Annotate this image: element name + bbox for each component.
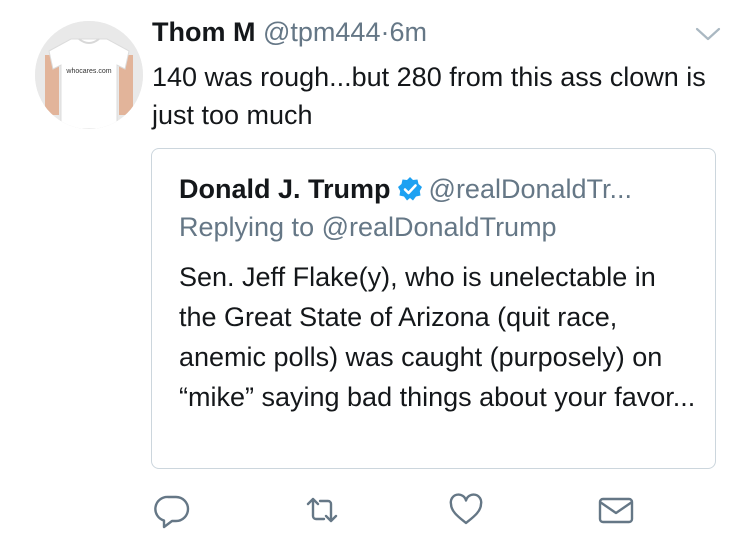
avatar[interactable]: whocares.com [35,21,143,129]
quoted-tweet-text: Sen. Jeff Flake(y), who is unelectable i… [179,262,696,412]
tweet-header: Thom M @tpm444·6m [152,16,427,48]
verified-badge-icon [397,176,423,209]
quoted-author-handle: @realDonaldTr... [428,174,633,204]
envelope-icon[interactable] [596,490,636,530]
quoted-tweet[interactable]: Donald J. Trump @realDonaldTr... Replyin… [151,148,716,469]
tweet-actions [0,490,750,530]
timestamp[interactable]: 6m [389,17,427,47]
quoted-tweet-header: Donald J. Trump @realDonaldTr... [179,173,632,209]
chevron-down-icon[interactable] [694,24,722,44]
quoted-author-name: Donald J. Trump [179,174,391,204]
reply-icon[interactable] [152,490,192,530]
avatar-shirt-text: whocares.com [65,68,111,75]
author-name[interactable]: Thom M [152,17,255,47]
replying-to: Replying to @realDonaldTrump [179,212,557,242]
tweet-text: 140 was rough...but 280 from this ass cl… [152,62,706,130]
retweet-icon[interactable] [302,490,342,530]
heart-icon[interactable] [446,490,486,530]
author-handle[interactable]: @tpm444 [263,17,380,47]
